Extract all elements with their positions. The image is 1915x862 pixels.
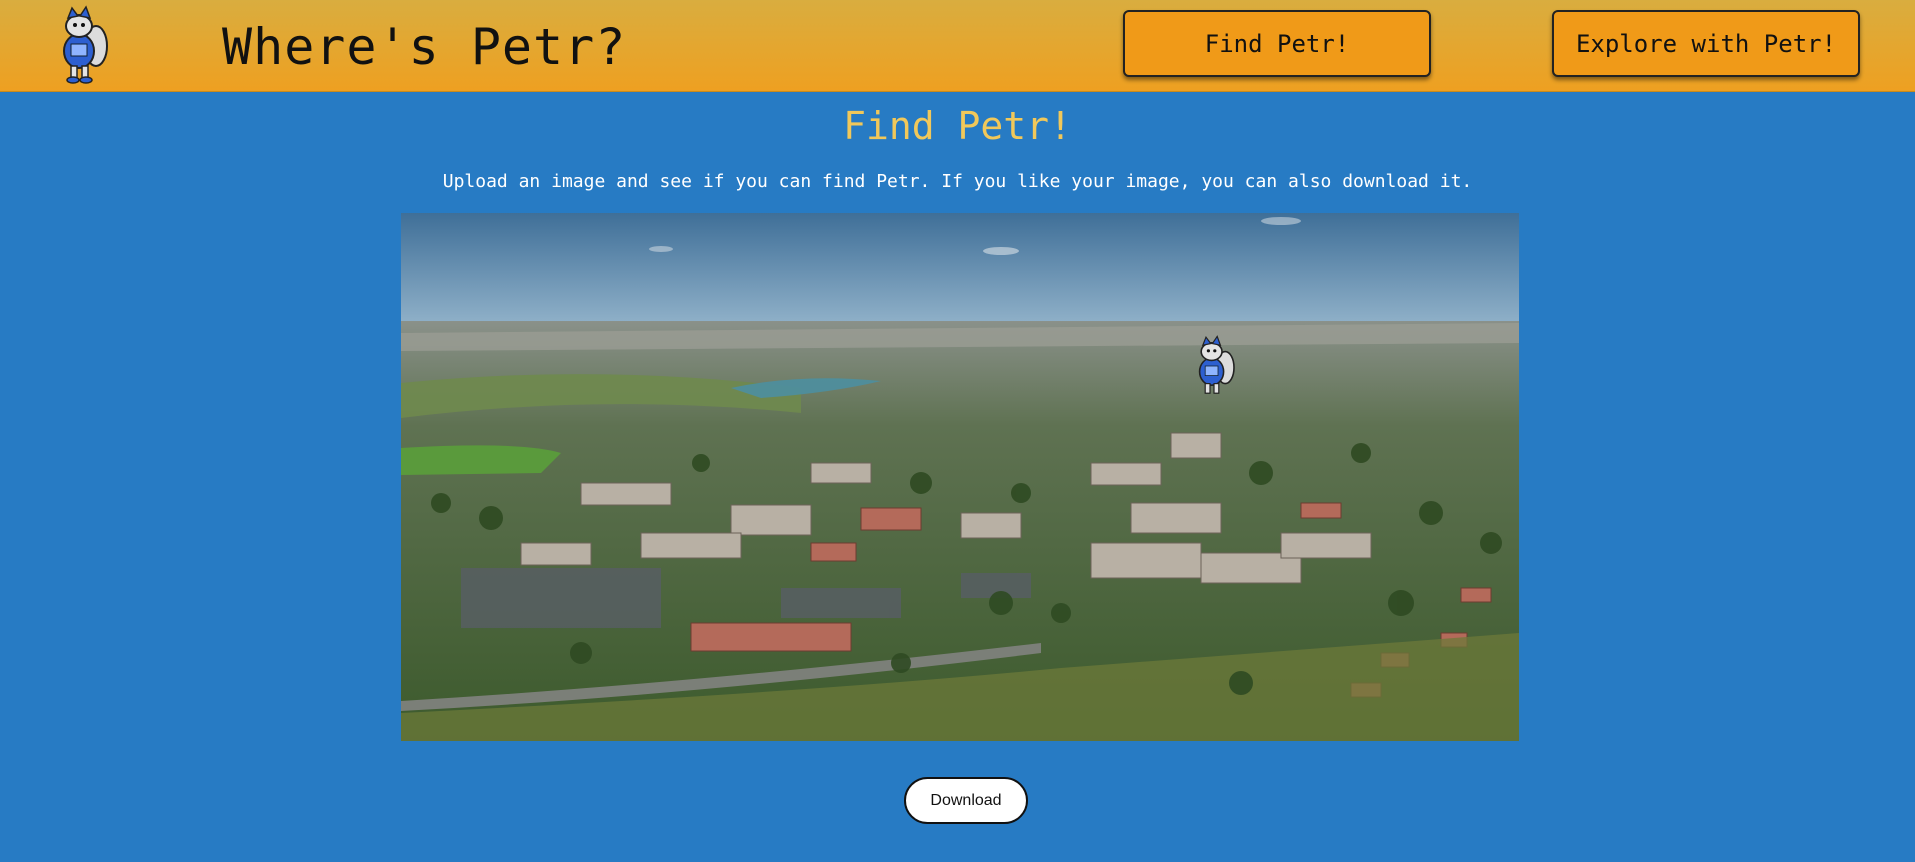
petr-mascot-icon[interactable]: [52, 4, 112, 84]
site-title: Where's Petr?: [222, 18, 627, 76]
explore-petr-nav-button[interactable]: Explore with Petr!: [1552, 10, 1860, 77]
aerial-campus-photo: [401, 213, 1519, 741]
page-title: Find Petr!: [843, 104, 1072, 148]
petr-hidden-icon[interactable]: [1190, 334, 1238, 398]
uploaded-image[interactable]: [401, 213, 1519, 741]
find-petr-nav-button[interactable]: Find Petr!: [1123, 10, 1431, 77]
site-header: Where's Petr? Find Petr! Explore with Pe…: [0, 0, 1915, 92]
instructions-text: Upload an image and see if you can find …: [442, 171, 1473, 192]
download-button[interactable]: Download: [904, 777, 1028, 824]
